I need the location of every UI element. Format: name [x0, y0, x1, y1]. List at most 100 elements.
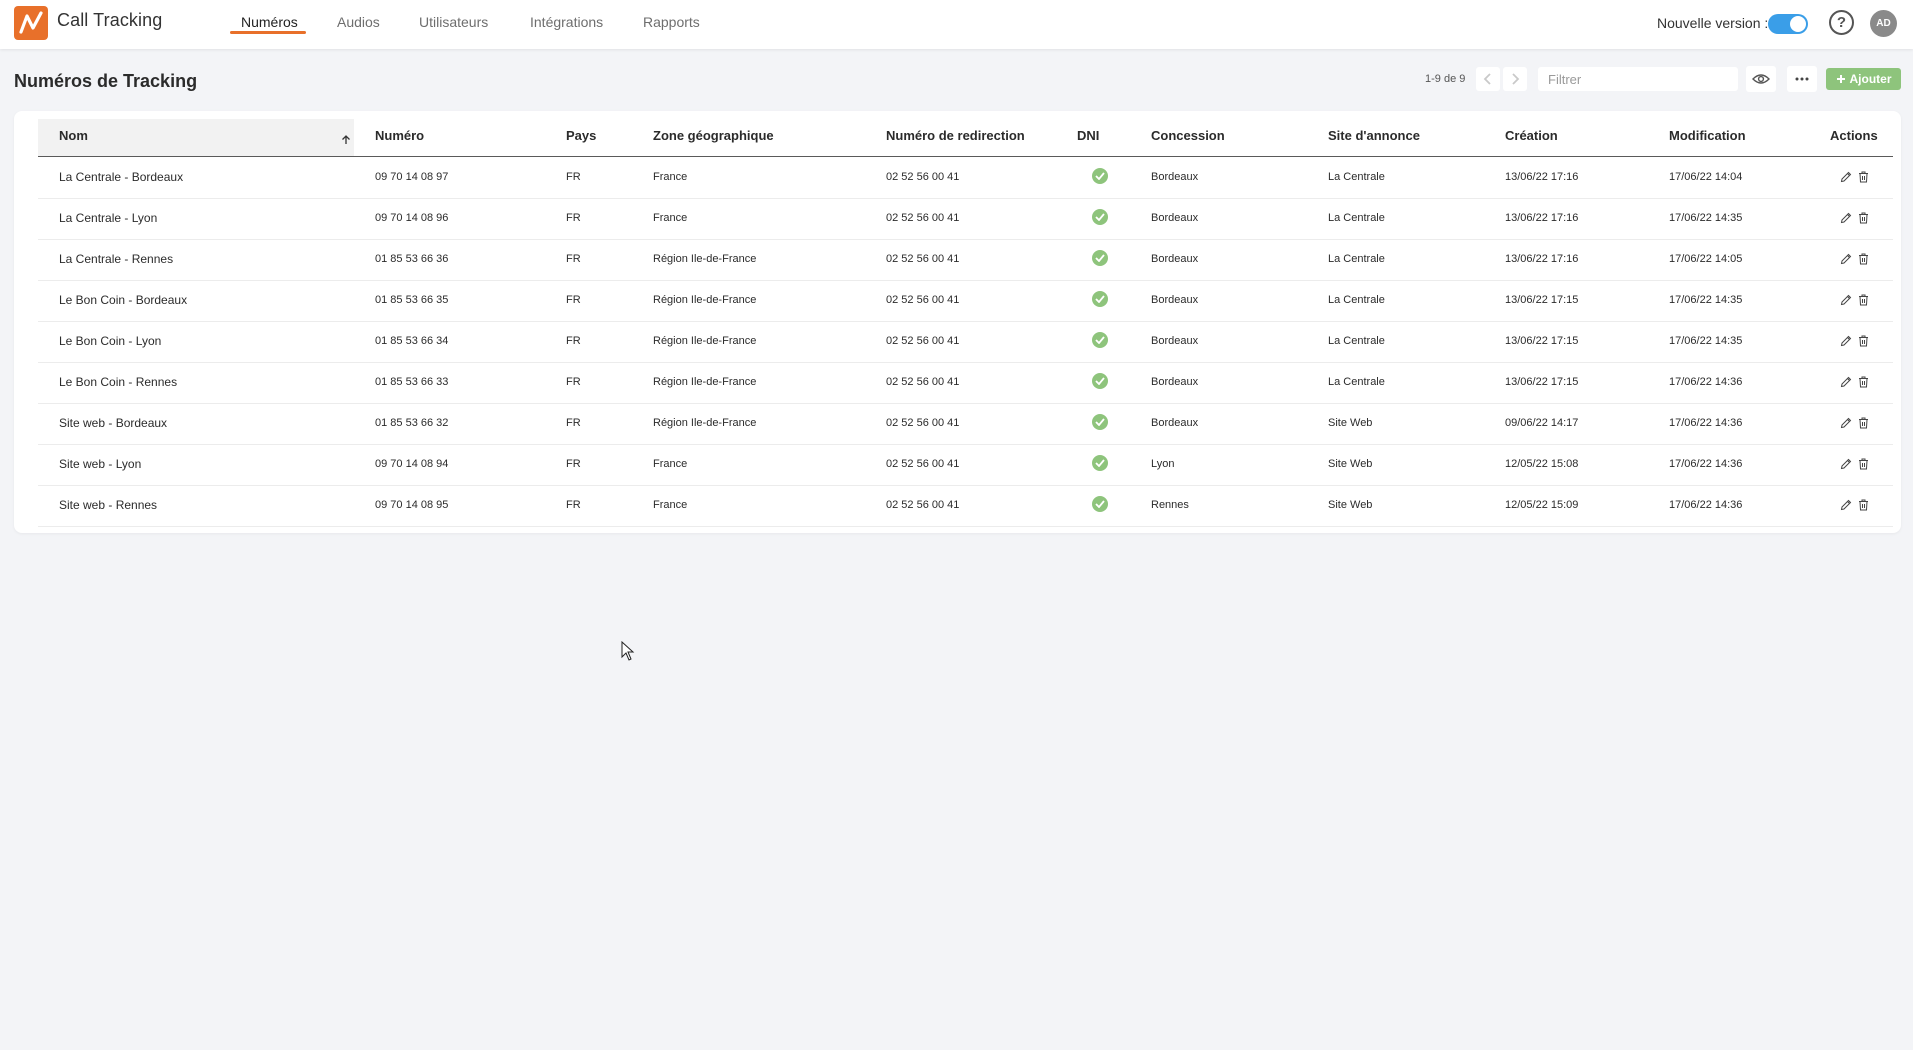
add-button[interactable]: Ajouter: [1826, 68, 1901, 90]
edit-icon[interactable]: [1840, 252, 1852, 270]
cell-creation: 12/05/22 15:09: [1505, 499, 1579, 511]
cell-nom: Le Bon Coin - Lyon: [59, 334, 162, 348]
dni-check-icon: [1092, 168, 1108, 184]
cell-modification: 17/06/22 14:35: [1669, 335, 1743, 347]
chevron-right-icon: [1512, 73, 1520, 85]
more-options-button[interactable]: [1787, 66, 1817, 92]
column-header-modification[interactable]: Modification: [1669, 128, 1746, 143]
eye-icon: [1752, 74, 1770, 84]
table-row[interactable]: La Centrale - Rennes 01 85 53 66 36 FR Régi…: [38, 240, 1893, 281]
column-header-actions: Actions: [1830, 128, 1878, 143]
cell-pays: FR: [566, 253, 581, 265]
tab-rapports[interactable]: Rapports: [643, 14, 700, 30]
delete-icon[interactable]: [1858, 457, 1869, 475]
column-header-zone[interactable]: Zone géographique: [653, 128, 774, 143]
table-row[interactable]: La Centrale - Bordeaux 09 70 14 08 97 FR Fr…: [38, 158, 1893, 199]
cell-pays: FR: [566, 376, 581, 388]
column-header-numero[interactable]: Numéro: [375, 128, 424, 143]
cell-pays: FR: [566, 458, 581, 470]
cell-modification: 17/06/22 14:35: [1669, 294, 1743, 306]
delete-icon[interactable]: [1858, 334, 1869, 352]
cell-creation: 13/06/22 17:16: [1505, 212, 1579, 224]
edit-icon[interactable]: [1840, 457, 1852, 475]
column-header-pays[interactable]: Pays: [566, 128, 596, 143]
table-header: Nom Numéro Pays Zone géographique Numéro…: [38, 119, 1893, 157]
filter-input[interactable]: [1538, 67, 1738, 91]
delete-icon[interactable]: [1858, 211, 1869, 229]
edit-icon[interactable]: [1840, 334, 1852, 352]
trend-line-icon: [19, 11, 43, 34]
cell-redirection: 02 52 56 00 41: [886, 294, 960, 306]
table-row[interactable]: Site web - Lyon 09 70 14 08 94 FR France 02 …: [38, 445, 1893, 486]
sort-ascending-icon[interactable]: [341, 135, 351, 145]
table-row[interactable]: Le Bon Coin - Lyon 01 85 53 66 34 FR Région…: [38, 322, 1893, 363]
delete-icon[interactable]: [1858, 252, 1869, 270]
column-header-redirection[interactable]: Numéro de redirection: [886, 128, 1025, 143]
cell-numero: 01 85 53 66 34: [375, 335, 449, 347]
cell-nom: Site web - Bordeaux: [59, 416, 168, 430]
cell-redirection: 02 52 56 00 41: [886, 253, 960, 265]
table-row[interactable]: La Centrale - Lyon 09 70 14 08 96 FR France…: [38, 199, 1893, 240]
next-page-button[interactable]: [1503, 67, 1527, 91]
cell-zone: Région Ile-de-France: [653, 417, 757, 429]
cell-nom: La Centrale - Bordeaux: [59, 170, 184, 184]
chevron-left-icon: [1483, 73, 1491, 85]
cell-concession: Lyon: [1151, 458, 1175, 470]
tab-numeros[interactable]: Numéros: [241, 14, 298, 30]
cell-modification: 17/06/22 14:36: [1669, 376, 1743, 388]
tab-audios[interactable]: Audios: [337, 14, 380, 30]
user-avatar[interactable]: AD: [1870, 10, 1897, 37]
column-header-concession[interactable]: Concession: [1151, 128, 1225, 143]
tab-integrations[interactable]: Intégrations: [530, 14, 603, 30]
edit-icon[interactable]: [1840, 170, 1852, 188]
table-row[interactable]: Le Bon Coin - Bordeaux 01 85 53 66 35 FR Ré…: [38, 281, 1893, 322]
avatar-initials: AD: [1876, 18, 1891, 29]
previous-page-button[interactable]: [1476, 67, 1500, 91]
cell-concession: Rennes: [1151, 499, 1189, 511]
cell-modification: 17/06/22 14:35: [1669, 212, 1743, 224]
cell-redirection: 02 52 56 00 41: [886, 376, 960, 388]
help-glyph: ?: [1836, 14, 1847, 31]
cell-concession: Bordeaux: [1151, 417, 1199, 429]
cell-redirection: 02 52 56 00 41: [886, 499, 960, 511]
page-title: Numéros de Tracking: [14, 71, 198, 91]
delete-icon[interactable]: [1858, 416, 1869, 434]
cell-pays: FR: [566, 499, 581, 511]
cell-modification: 17/06/22 14:04: [1669, 171, 1743, 183]
new-version-toggle[interactable]: [1768, 14, 1808, 34]
edit-icon[interactable]: [1840, 416, 1852, 434]
dni-check-icon: [1092, 250, 1108, 266]
edit-icon[interactable]: [1840, 211, 1852, 229]
call-tracking-logo-icon[interactable]: [14, 6, 48, 40]
table-row[interactable]: Site web - Bordeaux 01 85 53 66 32 FR Régio…: [38, 404, 1893, 445]
cell-concession: Bordeaux: [1151, 212, 1199, 224]
column-header-creation[interactable]: Création: [1505, 128, 1558, 143]
table-row[interactable]: Le Bon Coin - Rennes 01 85 53 66 33 FR Régi…: [38, 363, 1893, 404]
delete-icon[interactable]: [1858, 170, 1869, 188]
cell-zone: France: [653, 212, 688, 224]
column-visibility-button[interactable]: [1746, 66, 1776, 92]
column-header-site[interactable]: Site d'annonce: [1328, 128, 1420, 143]
cell-numero: 01 85 53 66 35: [375, 294, 449, 306]
delete-icon[interactable]: [1858, 293, 1869, 311]
delete-icon[interactable]: [1858, 375, 1869, 393]
cell-creation: 13/06/22 17:16: [1505, 253, 1579, 265]
column-header-nom[interactable]: Nom: [59, 128, 88, 143]
tab-utilisateurs[interactable]: Utilisateurs: [419, 14, 488, 30]
edit-icon[interactable]: [1840, 375, 1852, 393]
tracking-numbers-table: Nom Numéro Pays Zone géographique Numéro…: [14, 111, 1901, 533]
help-icon[interactable]: ?: [1829, 10, 1854, 35]
table-row[interactable]: Site web - Rennes 09 70 14 08 95 FR France 0…: [38, 486, 1893, 527]
cell-site: La Centrale: [1328, 212, 1385, 224]
cell-zone: Région Ile-de-France: [653, 335, 757, 347]
delete-icon[interactable]: [1858, 498, 1869, 516]
cell-nom: Le Bon Coin - Rennes: [59, 375, 178, 389]
cell-modification: 17/06/22 14:36: [1669, 499, 1743, 511]
edit-icon[interactable]: [1840, 293, 1852, 311]
cell-site: La Centrale: [1328, 335, 1385, 347]
cell-numero: 01 85 53 66 33: [375, 376, 449, 388]
edit-icon[interactable]: [1840, 498, 1852, 516]
cell-nom: La Centrale - Lyon: [59, 211, 158, 225]
plus-icon: [1836, 75, 1845, 83]
column-header-dni[interactable]: DNI: [1077, 128, 1099, 143]
